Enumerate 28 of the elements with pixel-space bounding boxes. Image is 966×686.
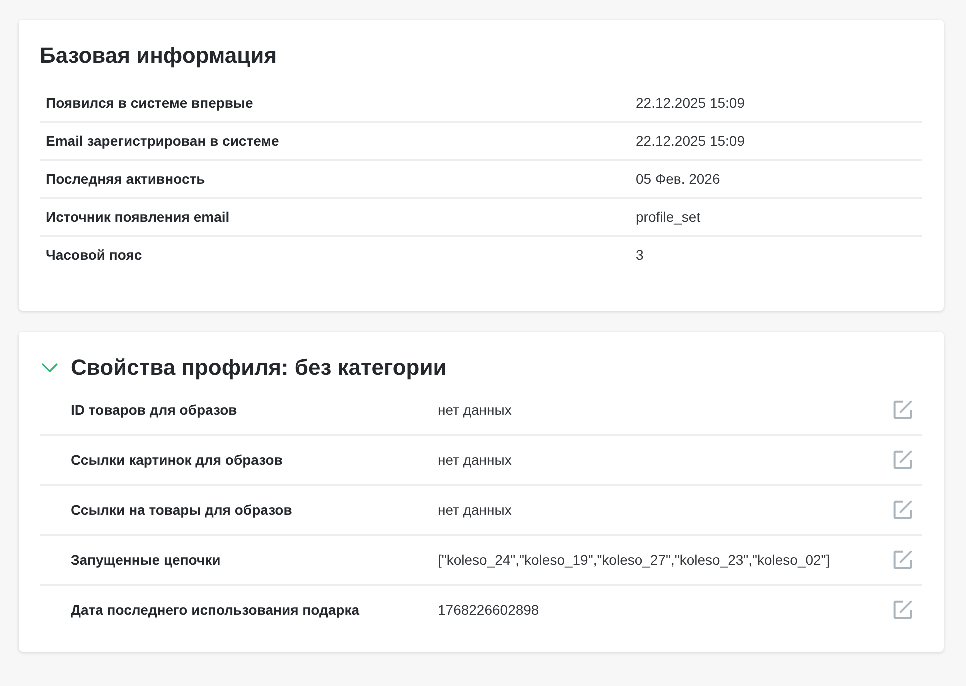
edit-icon[interactable] bbox=[893, 400, 913, 420]
field-label: Часовой пояс bbox=[46, 246, 142, 264]
property-label: Дата последнего использования подарка bbox=[71, 601, 360, 619]
field-value: 05 Фев. 2026 bbox=[636, 170, 720, 188]
property-value: ["koleso_24","koleso_19","koleso_27","koleso_23","koleso_02"] bbox=[438, 551, 830, 569]
edit-icon[interactable] bbox=[893, 550, 913, 570]
section-title: Базовая информация bbox=[40, 42, 278, 70]
property-value: 1768226602898 bbox=[438, 601, 540, 619]
property-label: Ссылки картинок для образов bbox=[71, 451, 283, 469]
property-label: Запущенные цепочки bbox=[71, 551, 221, 569]
field-label: Источник появления email bbox=[46, 208, 230, 226]
property-label: ID товаров для образов bbox=[71, 401, 238, 419]
edit-icon[interactable] bbox=[893, 500, 913, 520]
property-value: нет данных bbox=[438, 401, 512, 419]
field-label: Появился в системе впервые bbox=[46, 94, 254, 112]
field-label: Последняя активность bbox=[46, 170, 206, 188]
field-label: Email зарегистрирован в системе bbox=[46, 132, 280, 150]
edit-icon[interactable] bbox=[893, 450, 913, 470]
chevron-down-icon[interactable] bbox=[42, 363, 58, 373]
field-value: profile_set bbox=[636, 208, 701, 226]
field-value: 22.12.2025 15:09 bbox=[636, 132, 745, 150]
property-value: нет данных bbox=[438, 451, 512, 469]
field-value: 22.12.2025 15:09 bbox=[636, 94, 745, 112]
edit-icon[interactable] bbox=[893, 600, 913, 620]
property-value: нет данных bbox=[438, 501, 512, 519]
field-value: 3 bbox=[636, 246, 644, 264]
section-title: Свойства профиля: без категории bbox=[71, 354, 447, 382]
property-label: Ссылки на товары для образов bbox=[71, 501, 292, 519]
